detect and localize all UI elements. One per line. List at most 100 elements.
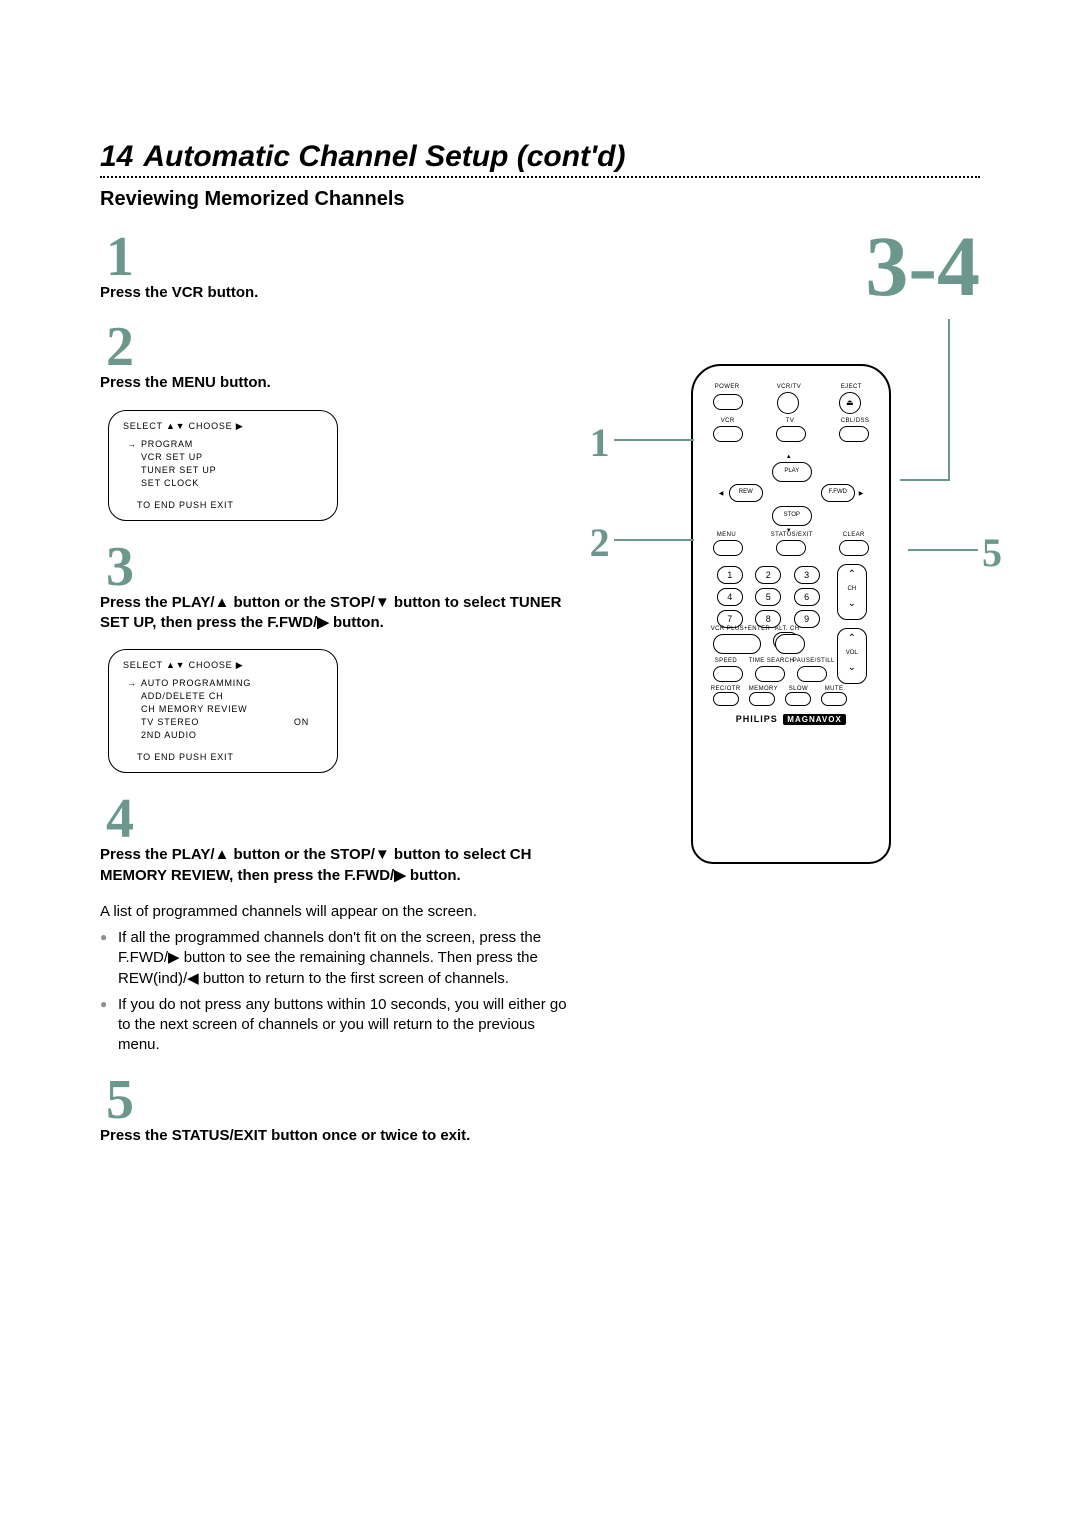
menu-button[interactable] <box>713 540 743 556</box>
osd1-footer: TO END PUSH EXIT <box>123 500 323 510</box>
step-5-text: Press the STATUS/EXIT button once or twi… <box>100 1126 572 1146</box>
brand-philips: PHILIPS <box>736 714 778 724</box>
vcr-button[interactable] <box>713 426 743 442</box>
rew-left-icon: ◀ <box>719 490 724 497</box>
rew-button[interactable]: REW <box>729 484 763 502</box>
step-3-text: Press the PLAY/▲ button or the STOP/▼ bu… <box>100 593 572 634</box>
vol-up-icon: ⌃ <box>838 633 866 644</box>
step-4-bullets: If all the programmed channels don't fit… <box>100 928 572 1056</box>
page-title: Automatic Channel Setup (cont'd) <box>143 140 625 174</box>
cbl-button[interactable] <box>839 426 869 442</box>
osd2-item-4: 2ND AUDIO <box>141 730 197 740</box>
status-exit-button[interactable] <box>776 540 806 556</box>
num-1-button[interactable]: 1 <box>717 566 743 584</box>
lbl-rew: REW <box>730 489 762 495</box>
speed-button[interactable] <box>713 666 743 682</box>
lbl-stop: STOP <box>773 512 811 518</box>
step-4-number: 4 <box>106 791 572 847</box>
step-3-number: 3 <box>106 539 572 595</box>
volume-rocker[interactable]: ⌃ VOL ⌄ <box>837 628 867 684</box>
memory-button[interactable] <box>749 692 775 706</box>
callout-1-line <box>614 439 694 441</box>
lbl-vol: VOL <box>838 650 866 656</box>
num-4-button[interactable]: 4 <box>717 588 743 606</box>
mute-button[interactable] <box>821 692 847 706</box>
osd1-items: → PROGRAM VCR SET UP TUNER SET UP SET CL… <box>123 438 323 490</box>
callout-5-line <box>908 549 978 551</box>
callout-34-line <box>948 319 950 364</box>
step-4-body: A list of programmed channels will appea… <box>100 902 572 922</box>
lbl-play: PLAY <box>773 468 811 474</box>
callout-34-line-v <box>948 364 950 479</box>
num-2-button[interactable]: 2 <box>755 566 781 584</box>
lbl-menu: MENU <box>717 532 736 538</box>
lbl-vcrtv: VCR/TV <box>777 384 801 390</box>
vcrplus-button[interactable] <box>713 634 761 654</box>
step-1-text: Press the VCR button. <box>100 283 572 303</box>
osd2-item-0: AUTO PROGRAMMING <box>141 678 251 688</box>
channel-rocker[interactable]: ⌃ CH ⌄ <box>837 564 867 620</box>
callout-5: 5 <box>982 529 1002 576</box>
arrow-icon: → <box>127 438 137 451</box>
time-search-button[interactable] <box>755 666 785 682</box>
step-2-number: 2 <box>106 319 572 375</box>
stop-button[interactable]: STOP <box>772 506 812 526</box>
small-row <box>713 692 847 706</box>
ch-down-icon: ⌄ <box>838 598 866 609</box>
step-4-text: Press the PLAY/▲ button or the STOP/▼ bu… <box>100 845 572 886</box>
power-button[interactable] <box>713 394 743 410</box>
callout-1: 1 <box>590 419 610 466</box>
instructions-column: 1 Press the VCR button. 2 Press the MENU… <box>100 229 602 1162</box>
lbl-time: TIME SEARCH <box>749 658 794 664</box>
lbl-pause: PAUSE/STILL <box>793 658 835 664</box>
lbl-power: POWER <box>715 384 740 390</box>
num-6-button[interactable]: 6 <box>794 588 820 606</box>
callout-2-line <box>614 539 694 541</box>
lbl-clear: CLEAR <box>843 532 865 538</box>
num-5-button[interactable]: 5 <box>755 588 781 606</box>
ffwd-button[interactable]: F.FWD <box>821 484 855 502</box>
osd2-footer: TO END PUSH EXIT <box>123 752 323 762</box>
lbl-ch: CH <box>838 586 866 592</box>
subtitle: Reviewing Memorized Channels <box>100 188 980 211</box>
lbl-vcr: VCR <box>721 418 735 424</box>
clear-button[interactable] <box>839 540 869 556</box>
tv-button[interactable] <box>776 426 806 442</box>
lbl-tv: TV <box>786 418 794 424</box>
osd2-item-2: CH MEMORY REVIEW <box>141 704 247 714</box>
lbl-vcrplus: VCR PLUS+ENTER <box>711 626 770 632</box>
rec-button[interactable] <box>713 692 739 706</box>
step-4-bullet-0: If all the programmed channels don't fit… <box>100 928 572 989</box>
step-2-text: Press the MENU button. <box>100 373 572 393</box>
step-1-number: 1 <box>106 229 572 285</box>
pause-still-button[interactable] <box>797 666 827 682</box>
eject-button[interactable]: ⏏ <box>839 392 861 414</box>
osd1-item-2: TUNER SET UP <box>141 465 216 475</box>
manual-page: 14 Automatic Channel Setup (cont'd) Revi… <box>0 0 1080 1222</box>
step-5-number: 5 <box>106 1072 572 1128</box>
vcrtv-button[interactable] <box>777 392 799 414</box>
altch-button[interactable] <box>775 634 805 654</box>
step-4-bullet-1: If you do not press any buttons within 1… <box>100 995 572 1056</box>
vol-down-icon: ⌄ <box>838 662 866 673</box>
play-button[interactable]: PLAY <box>772 462 812 482</box>
osd1-item-0: PROGRAM <box>141 439 193 449</box>
lbl-ffwd: F.FWD <box>822 489 854 495</box>
osd-menu-2: SELECT ▲▼ CHOOSE ▶ → AUTO PROGRAMMING AD… <box>108 649 338 773</box>
content-row: 1 Press the VCR button. 2 Press the MENU… <box>100 229 980 1162</box>
osd1-item-1: VCR SET UP <box>141 452 203 462</box>
brand-label: PHILIPS MAGNAVOX <box>693 714 889 724</box>
big-step-range: 3-4 <box>602 223 980 309</box>
lbl-speed: SPEED <box>715 658 737 664</box>
slow-button[interactable] <box>785 692 811 706</box>
brand-magnavox: MAGNAVOX <box>783 714 846 725</box>
osd2-items: → AUTO PROGRAMMING ADD/DELETE CH CH MEMO… <box>123 677 323 742</box>
osd2-on-label: ON <box>294 716 309 729</box>
lbl-altch: ALT. CH <box>775 626 800 632</box>
page-header: 14 Automatic Channel Setup (cont'd) <box>100 140 980 178</box>
num-3-button[interactable]: 3 <box>794 566 820 584</box>
osd1-header: SELECT ▲▼ CHOOSE ▶ <box>123 421 323 432</box>
osd2-item-3: TV STEREO <box>141 717 199 727</box>
osd2-header: SELECT ▲▼ CHOOSE ▶ <box>123 660 323 671</box>
page-number: 14 <box>100 140 133 174</box>
